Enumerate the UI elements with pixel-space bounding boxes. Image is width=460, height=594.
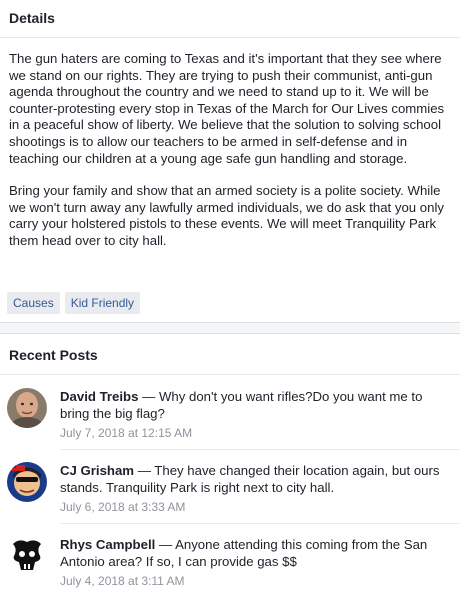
post-timestamp[interactable]: July 7, 2018 at 12:15 AM bbox=[60, 426, 192, 440]
description-paragraph: Bring your family and show that an armed… bbox=[9, 183, 444, 248]
tag-kid-friendly[interactable]: Kid Friendly bbox=[64, 292, 141, 314]
details-heading: Details bbox=[9, 10, 55, 26]
details-description: The gun haters are coming to Texas and i… bbox=[9, 51, 455, 250]
category-tags: Causes Kid Friendly bbox=[7, 292, 141, 314]
recent-posts-card: Recent Posts David Treibs — Why don't yo… bbox=[0, 334, 460, 594]
post-text: David Treibs — Why don't you want rifles… bbox=[60, 388, 452, 422]
post-text: Rhys Campbell — Anyone attending this co… bbox=[60, 536, 452, 570]
tag-causes[interactable]: Causes bbox=[7, 292, 60, 314]
divider bbox=[0, 374, 460, 375]
divider bbox=[60, 523, 460, 524]
description-paragraph: The gun haters are coming to Texas and i… bbox=[9, 51, 445, 166]
details-card: Details The gun haters are coming to Tex… bbox=[0, 0, 460, 323]
divider bbox=[0, 37, 460, 38]
skull-logo-avatar-icon[interactable] bbox=[7, 536, 47, 576]
bald-man-avatar-icon[interactable] bbox=[7, 388, 47, 428]
post-author[interactable]: David Treibs bbox=[60, 389, 138, 404]
post-author[interactable]: Rhys Campbell bbox=[60, 537, 155, 552]
post-author[interactable]: CJ Grisham bbox=[60, 463, 134, 478]
recent-posts-heading: Recent Posts bbox=[9, 347, 98, 363]
cartoon-avatar-icon[interactable] bbox=[7, 462, 47, 502]
post-timestamp[interactable]: July 6, 2018 at 3:33 AM bbox=[60, 500, 185, 514]
divider bbox=[60, 449, 460, 450]
post-text: CJ Grisham — They have changed their loc… bbox=[60, 462, 452, 496]
post-timestamp[interactable]: July 4, 2018 at 3:11 AM bbox=[60, 574, 185, 588]
section-gap bbox=[0, 323, 460, 334]
